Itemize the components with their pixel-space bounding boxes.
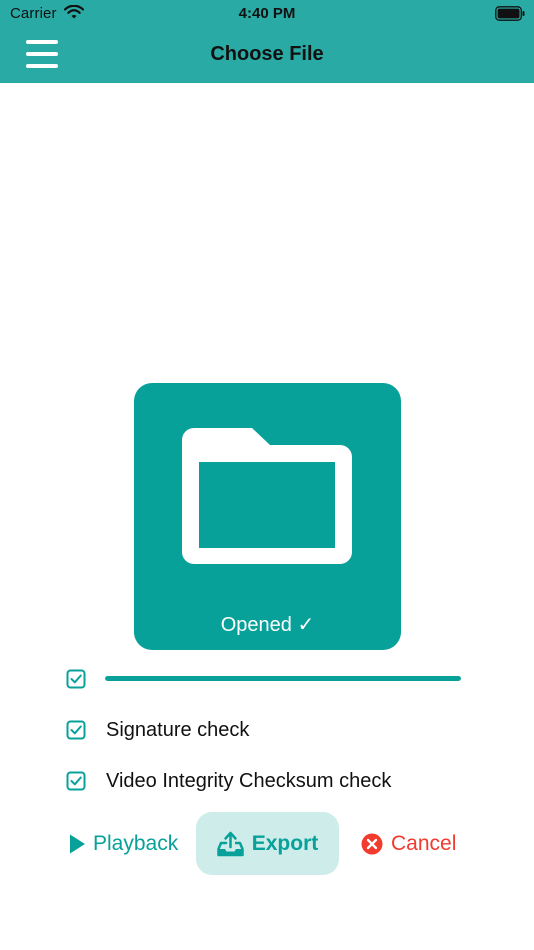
folder-icon	[182, 428, 352, 564]
export-tray-icon	[216, 831, 244, 856]
checkbox-checked-icon[interactable]	[66, 669, 86, 689]
export-button[interactable]: Export	[196, 812, 339, 875]
choose-file-card[interactable]: Opened ✓	[134, 383, 401, 650]
checkbox-checked-icon[interactable]	[66, 771, 86, 791]
playback-label: Playback	[93, 831, 179, 855]
video-integrity-check-label: Video Integrity Checksum check	[106, 770, 392, 792]
signature-check-label: Signature check	[106, 719, 250, 741]
header-bar: Carrier 4:40 PM Choose File	[0, 0, 534, 83]
battery-icon	[495, 6, 525, 21]
page-title: Choose File	[210, 43, 324, 65]
clock-time: 4:40 PM	[238, 5, 296, 22]
file-status-label: Opened ✓	[220, 614, 315, 636]
progress-fill	[105, 676, 461, 681]
progress-bar	[105, 676, 461, 681]
status-bar: Carrier 4:40 PM	[0, 0, 534, 28]
checkbox-checked-icon[interactable]	[66, 720, 86, 740]
playback-button[interactable]: Playback	[68, 812, 178, 875]
cancel-x-circle-icon	[361, 833, 383, 854]
export-label: Export	[251, 831, 319, 855]
play-icon	[70, 834, 85, 853]
cancel-label: Cancel	[391, 831, 457, 855]
cancel-button[interactable]: Cancel	[361, 812, 456, 875]
